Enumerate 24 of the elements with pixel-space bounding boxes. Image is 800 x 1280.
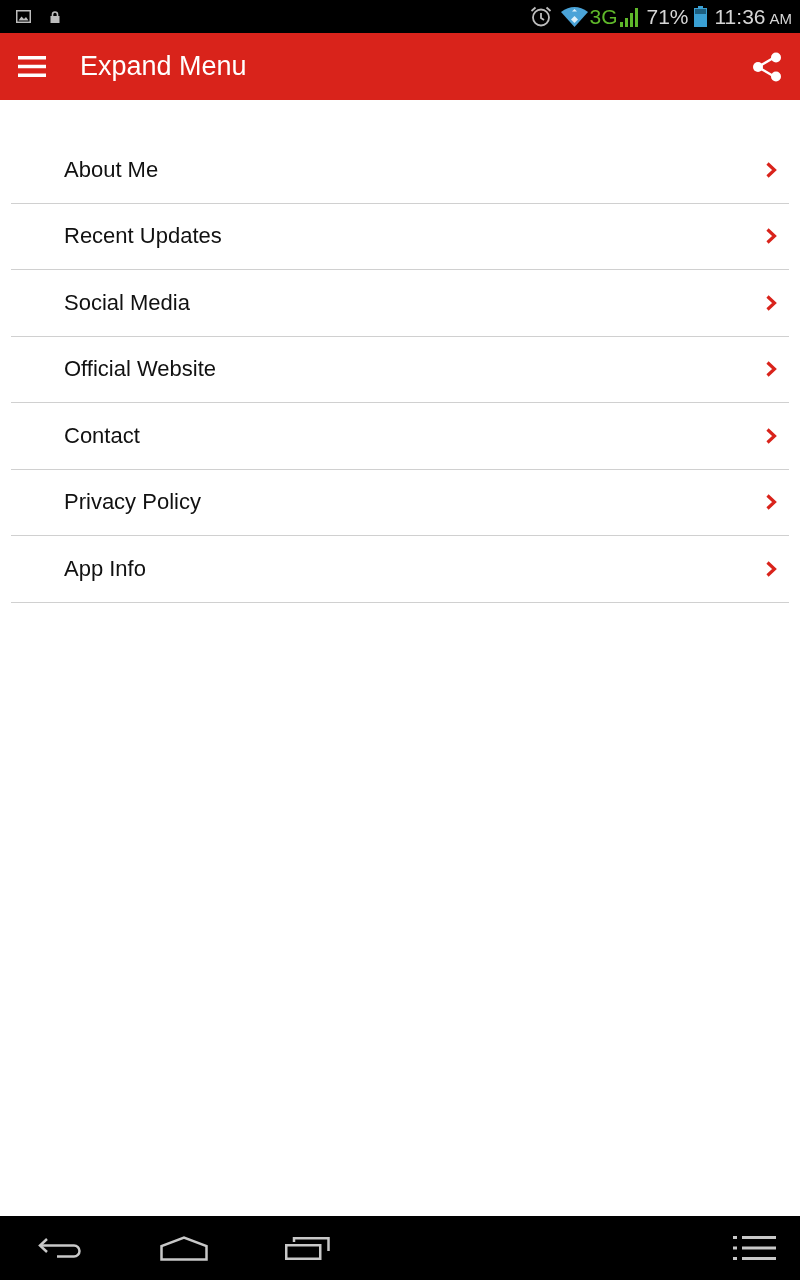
clock-time: 11:36: [714, 6, 766, 27]
lock-icon: [50, 10, 60, 23]
back-icon[interactable]: [38, 1237, 82, 1259]
chevron-right-icon: [766, 161, 777, 178]
menu-icon[interactable]: [18, 56, 46, 77]
chevron-right-icon: [766, 560, 777, 577]
chevron-right-icon: [766, 294, 777, 311]
network-type: 3G: [589, 6, 618, 27]
image-icon: [16, 10, 31, 23]
chevron-right-icon: [766, 228, 777, 245]
recent-apps-icon[interactable]: [285, 1236, 330, 1260]
battery-percentage: 71%: [646, 6, 689, 27]
chevron-right-icon: [766, 494, 777, 511]
wifi-icon: [561, 6, 589, 27]
overflow-menu-icon[interactable]: [733, 1236, 776, 1260]
clock-meridiem: AM: [769, 11, 792, 26]
chevron-right-icon: [766, 361, 777, 378]
home-icon[interactable]: [160, 1235, 208, 1261]
alarm-clock-icon: [530, 6, 553, 27]
app-bar-title: Expand Menu: [80, 50, 247, 83]
signal-bars-icon: [620, 6, 641, 27]
battery-icon: [693, 6, 707, 27]
share-icon[interactable]: [752, 51, 782, 82]
chevron-right-icon: [766, 427, 777, 444]
